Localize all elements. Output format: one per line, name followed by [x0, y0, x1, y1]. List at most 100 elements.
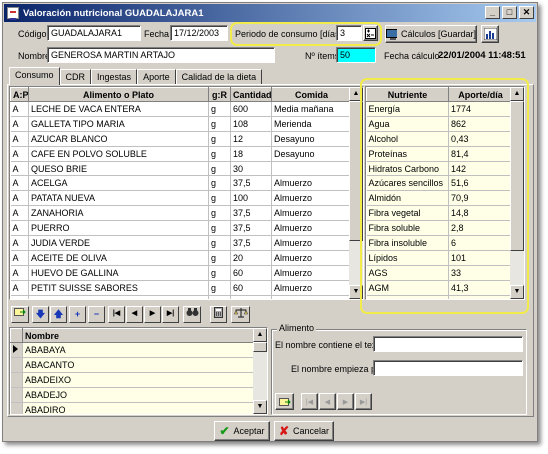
cell-comida[interactable]: Merienda — [271, 116, 352, 132]
table-row[interactable]: Fibra insoluble 6 — [366, 235, 513, 251]
list-item[interactable]: ABADEIXO — [10, 372, 256, 388]
cell-gr[interactable]: g — [208, 175, 231, 192]
cell-cantidad[interactable]: 18 — [230, 146, 272, 162]
col-nutriente[interactable]: Nutriente — [366, 87, 449, 102]
cell-ap[interactable]: A — [10, 146, 29, 162]
cell-ap[interactable]: A — [10, 265, 29, 281]
table-row[interactable]: Hidratos Carbono 142 — [366, 161, 513, 177]
cell-comida[interactable]: Desayuno — [271, 131, 352, 147]
close-button[interactable]: ✕ — [519, 6, 534, 19]
alimento-prior-button[interactable]: ◀ — [319, 393, 336, 410]
cancelar-button[interactable]: ✘ Cancelar — [274, 421, 334, 441]
table-row[interactable]: Fibra vegetal 14,8 — [366, 205, 513, 222]
cell-alimento[interactable]: CAFE EN POLVO SOLUBLE — [28, 146, 209, 162]
table-row[interactable]: PPATATAS FRITASR1Cena — [10, 295, 352, 299]
cell-cantidad[interactable]: 600 — [230, 101, 272, 117]
col-ap[interactable]: A:P — [10, 87, 29, 102]
scroll-thumb[interactable] — [510, 101, 524, 251]
cell-nombre[interactable]: ABADIRO — [22, 402, 256, 414]
cell-alimento[interactable]: JUDIA VERDE — [28, 235, 209, 251]
tab-aporte[interactable]: Aporte — [137, 69, 176, 85]
cell-ap[interactable]: A — [10, 116, 29, 132]
cell-comida[interactable]: Cena — [271, 295, 352, 299]
cell-ap[interactable]: A — [10, 175, 29, 192]
prior-record-button[interactable]: ◀ — [126, 306, 143, 323]
cell-alimento[interactable]: HUEVO DE GALLINA — [28, 265, 209, 281]
search-button[interactable] — [183, 306, 201, 323]
alimento-next-button[interactable]: ▶ — [337, 393, 354, 410]
cell-gr[interactable]: g — [208, 146, 231, 162]
cell-alimento[interactable]: AZUCAR BLANCO — [28, 131, 209, 147]
cell-gr[interactable]: g — [208, 250, 231, 266]
table-row[interactable]: A CAFE EN POLVO SOLUBLE g 18 Desayuno — [10, 146, 352, 162]
cell-ap[interactable]: A — [10, 190, 29, 207]
nombre-field[interactable]: GENEROSA MARTIN ARTAJO — [47, 47, 275, 63]
balance-button[interactable] — [231, 306, 250, 323]
cell-alimento[interactable]: PATATAS FRITAS — [28, 295, 209, 299]
chart-button[interactable] — [481, 25, 499, 43]
table-row[interactable]: A PETIT SUISSE SABORES g 60 Almuerzo — [10, 280, 352, 296]
cell-ap[interactable]: A — [10, 205, 29, 222]
col-cantidad[interactable]: Cantidad — [230, 87, 272, 102]
col-alimento[interactable]: Alimento o Plato — [28, 87, 209, 102]
cell-cantidad[interactable]: 100 — [230, 190, 272, 207]
table-row[interactable]: Energía 1774 — [366, 101, 513, 117]
cell-comida[interactable]: Almuerzo — [271, 190, 352, 207]
cell-comida[interactable]: Desayuno — [271, 146, 352, 162]
table-row[interactable]: A ACEITE DE OLIVA g 20 Almuerzo — [10, 250, 352, 266]
table-row[interactable]: A HUEVO DE GALLINA g 60 Almuerzo — [10, 265, 352, 281]
aceptar-button[interactable]: ✔ Aceptar — [214, 421, 270, 441]
add-button[interactable]: + — [69, 306, 86, 323]
cell-alimento[interactable]: GALLETA TIPO MARIA — [28, 116, 209, 132]
cell-comida[interactable]: Media mañana — [271, 101, 352, 117]
table-row[interactable]: A GALLETA TIPO MARIA g 108 Merienda — [10, 116, 352, 132]
cell-nombre[interactable]: ABADEIXO — [22, 372, 256, 388]
alimento-last-button[interactable]: ▶| — [355, 393, 372, 410]
cell-alimento[interactable]: PETIT SUISSE SABORES — [28, 280, 209, 296]
cell-cantidad[interactable]: 12 — [230, 131, 272, 147]
cell-gr[interactable]: R — [208, 295, 231, 299]
table-row[interactable]: A LECHE DE VACA ENTERA g 600 Media mañana — [10, 101, 352, 117]
tab-cdr[interactable]: CDR — [59, 69, 92, 85]
cell-alimento[interactable]: ZANAHORIA — [28, 205, 209, 222]
codigo-field[interactable]: GUADALAJARA1 — [47, 25, 141, 41]
list-item[interactable]: ABADEJO — [10, 387, 256, 403]
cell-alimento[interactable]: ACEITE DE OLIVA — [28, 250, 209, 266]
col-aporte[interactable]: Aporte/día — [448, 87, 513, 102]
table-row[interactable]: Lípidos 101 — [366, 250, 513, 266]
cell-gr[interactable]: g — [208, 131, 231, 147]
table-row[interactable]: A QUESO BRIE g 30 — [10, 161, 352, 177]
alimento-first-button[interactable]: |◀ — [301, 393, 318, 410]
col-comida[interactable]: Comida — [271, 87, 352, 102]
cell-alimento[interactable]: PATATA NUEVA — [28, 190, 209, 207]
periodo-calc-button[interactable] — [363, 25, 378, 41]
scroll-up-icon[interactable]: ▲ — [253, 328, 267, 342]
table-row[interactable]: AGS 33 — [366, 265, 513, 281]
cell-gr[interactable]: g — [208, 235, 231, 251]
col-gr[interactable]: g:R — [208, 87, 231, 102]
lookup-scrollbar[interactable]: ▲ ▼ — [253, 328, 267, 414]
cell-nombre[interactable]: ABADEJO — [22, 387, 256, 403]
cell-alimento[interactable]: PUERRO — [28, 220, 209, 237]
cell-gr[interactable]: g — [208, 265, 231, 281]
cell-gr[interactable]: g — [208, 220, 231, 237]
cell-comida[interactable]: Almuerzo — [271, 220, 352, 237]
cell-cantidad[interactable]: 37,5 — [230, 220, 272, 237]
cell-cantidad[interactable]: 37,5 — [230, 205, 272, 222]
cell-ap[interactable]: A — [10, 131, 29, 147]
tab-consumo[interactable]: Consumo — [9, 67, 60, 85]
cell-ap[interactable]: A — [10, 161, 29, 177]
move-down-button[interactable]: 🡇 — [32, 306, 49, 323]
table-row[interactable]: Alcohol 0,43 — [366, 131, 513, 147]
tab-ingestas[interactable]: Ingestas — [91, 69, 138, 85]
cell-cantidad[interactable]: 1 — [230, 295, 272, 299]
cell-cantidad[interactable]: 20 — [230, 250, 272, 266]
table-row[interactable]: A ACELGA g 37,5 Almuerzo — [10, 175, 352, 192]
cell-ap[interactable]: P — [10, 295, 29, 299]
cell-cantidad[interactable]: 60 — [230, 280, 272, 296]
cell-alimento[interactable]: LECHE DE VACA ENTERA — [28, 101, 209, 117]
cell-comida[interactable]: Almuerzo — [271, 265, 352, 281]
cell-nombre[interactable]: ABACANTO — [22, 357, 256, 373]
contiene-field[interactable] — [373, 336, 523, 352]
cell-comida[interactable] — [271, 161, 352, 177]
